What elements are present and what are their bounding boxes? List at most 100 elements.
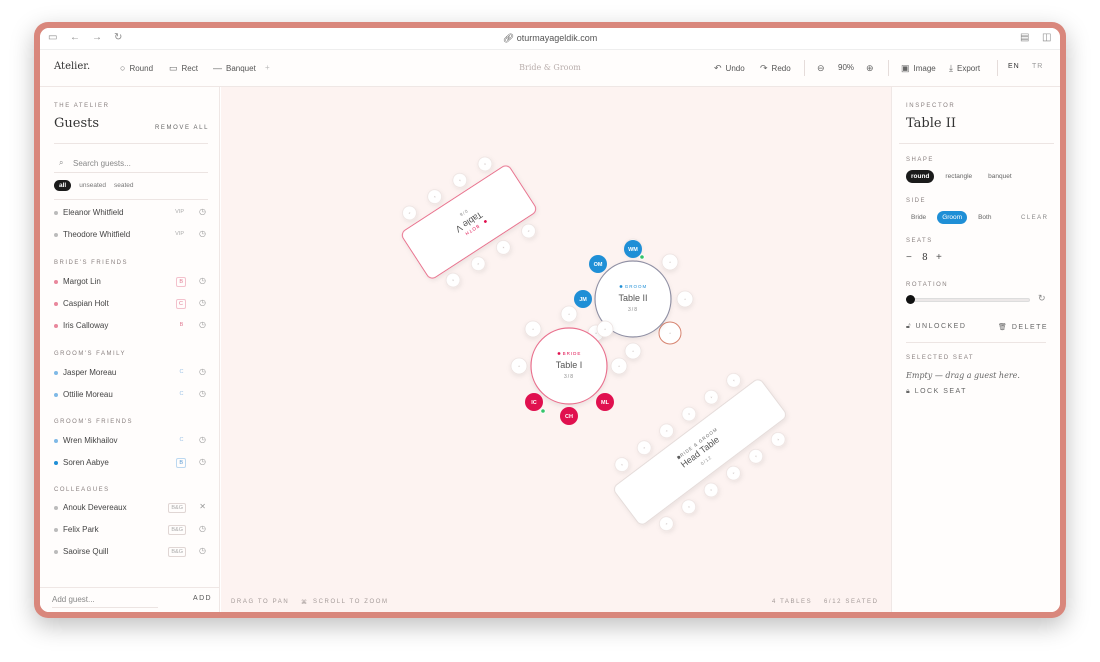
lock-toggle-button[interactable]: 🔓︎ UNLOCKED <box>906 323 966 331</box>
divider <box>54 199 208 200</box>
guest-item[interactable]: Theodore Whitfield VIP ◷ <box>54 228 208 244</box>
guest-item[interactable]: Caspian Holt C ◷ <box>54 297 208 313</box>
table-name: Table II <box>618 293 647 303</box>
reset-rotation-icon[interactable]: ↻ <box>1038 293 1046 304</box>
shape-round-option[interactable]: round <box>906 170 935 183</box>
table-count: 3/8 <box>564 374 574 380</box>
seat-initials: WM <box>628 247 638 253</box>
side-dot <box>54 461 58 465</box>
zoom-out-button[interactable]: ⊖ <box>817 63 825 74</box>
group-label: GROOM'S FRIENDS <box>54 419 133 425</box>
clock-icon[interactable]: ◷ <box>199 435 206 444</box>
seats-increment-button[interactable]: + <box>936 252 942 263</box>
status-dot <box>540 408 546 414</box>
reader-icon[interactable]: ▤ <box>1020 32 1029 43</box>
seat-initials: JM <box>579 297 587 303</box>
address-bar[interactable]: 🔗︎ oturmayageldik.com <box>40 33 1060 44</box>
image-button[interactable]: ▣ Image <box>901 63 936 74</box>
clock-icon[interactable]: ◷ <box>199 229 206 238</box>
head-table[interactable]: ++++++ ++++++ BRIDE & GROOM Head Table 0… <box>600 361 800 542</box>
redo-icon: ↷ <box>760 63 768 73</box>
side-dot <box>54 393 58 397</box>
guest-tag: B&G <box>168 525 186 535</box>
clock-icon[interactable]: ◷ <box>199 207 206 216</box>
filter-all[interactable]: all <box>54 180 72 191</box>
clock-icon[interactable]: ◷ <box>199 367 206 376</box>
shape-rectangle-option[interactable]: rectangle <box>940 170 977 183</box>
filter-unseated[interactable]: unseated <box>79 182 106 189</box>
link-icon: 🔗︎ <box>502 33 515 43</box>
guest-item[interactable]: Soren Aabye B ◷ <box>54 456 208 472</box>
redo-button[interactable]: ↷ Redo <box>760 63 791 74</box>
guest-tag: B <box>176 458 186 468</box>
clock-icon[interactable]: ◷ <box>199 389 206 398</box>
zoom-in-button[interactable]: ⊕ <box>866 63 874 74</box>
clock-icon[interactable]: ◷ <box>199 298 206 307</box>
browser-toolbar: ▭ ← → ↻ 🔗︎ oturmayageldik.com ▤ ◫ <box>40 28 1060 50</box>
filter-seated[interactable]: seated <box>114 182 134 189</box>
rotation-slider-thumb[interactable] <box>906 295 915 304</box>
guest-filters: all unseated seated <box>54 180 134 191</box>
table-i[interactable]: ++ ++ + BRIDE Table I 3/8 IC CH ML <box>510 305 628 425</box>
guest-item[interactable]: Anouk Devereaux B&G ✕ <box>54 501 208 517</box>
clock-icon[interactable]: ◷ <box>199 320 206 329</box>
add-guest-input[interactable]: Add guest... <box>52 595 158 608</box>
guest-item[interactable]: Ottilie Moreau C ◷ <box>54 388 208 404</box>
guest-item[interactable]: Saoirse Quill B&G ◷ <box>54 545 208 561</box>
clear-side-button[interactable]: CLEAR <box>1021 215 1049 221</box>
lang-en-button[interactable]: EN <box>1008 63 1020 70</box>
group-label: COLLEAGUES <box>54 487 110 493</box>
side-dot <box>54 550 58 554</box>
table-v[interactable]: ++++ ++++ BOTH Table V 0/8 <box>390 148 549 297</box>
guest-item[interactable]: Iris Calloway B ◷ <box>54 319 208 335</box>
more-tools-button[interactable]: + <box>265 63 270 72</box>
selected-seat-label: SELECTED SEAT <box>906 355 975 361</box>
image-icon: ▣ <box>901 63 910 73</box>
close-icon[interactable]: ✕ <box>199 502 206 511</box>
side-both-option[interactable]: Both <box>973 211 996 224</box>
clock-icon[interactable]: ◷ <box>199 546 206 555</box>
side-dot <box>54 280 58 284</box>
seats-decrement-button[interactable]: − <box>906 252 912 263</box>
side-groom-option[interactable]: Groom <box>937 211 968 224</box>
delete-table-button[interactable]: 🗑︎ DELETE <box>998 323 1048 331</box>
selected-seat-empty: Empty — drag a guest here. <box>906 371 1020 380</box>
status-dot <box>639 254 645 260</box>
seating-canvas[interactable]: + + + + + + + + BOTH Table V 0/8 + + + +… <box>221 87 891 612</box>
guest-item[interactable]: Jasper Moreau C ◷ <box>54 366 208 382</box>
guest-tag: B <box>176 277 186 287</box>
search-input[interactable]: ⌕ Search guests... <box>54 157 208 173</box>
add-round-button[interactable]: ○ Round <box>120 63 153 73</box>
search-icon: ⌕ <box>59 158 64 167</box>
zoom-out-icon: ⊖ <box>817 63 825 73</box>
side-bride-option[interactable]: Bride <box>906 211 931 224</box>
guest-item[interactable]: Margot Lin B ◷ <box>54 275 208 291</box>
app-toolbar: Atelier. ○ Round ▭ Rect — Banquet + Bride &… <box>40 50 1060 87</box>
tabs-icon[interactable]: ◫ <box>1042 32 1051 43</box>
remove-all-button[interactable]: REMOVE ALL <box>155 125 209 131</box>
undo-button[interactable]: ↶ Undo <box>714 63 745 74</box>
lock-seat-button[interactable]: 🔒︎ LOCK SEAT <box>906 388 967 396</box>
guest-item[interactable]: Wren Mikhailov C ◷ <box>54 434 208 450</box>
lang-tr-button[interactable]: TR <box>1032 63 1043 70</box>
shape-options: round rectangle banquet <box>906 170 1017 183</box>
add-rect-button[interactable]: ▭ Rect <box>169 63 198 74</box>
clock-icon[interactable]: ◷ <box>199 457 206 466</box>
lock-icon: 🔒︎ <box>906 388 912 395</box>
floor-plan[interactable]: ++++ ++++ BOTH Table V 0/8 ++++ + GROOM … <box>221 87 891 612</box>
guest-item[interactable]: Eleanor Whitfield VIP ◷ <box>54 206 208 222</box>
add-banquet-button[interactable]: — Banquet <box>213 63 256 73</box>
clock-icon[interactable]: ◷ <box>199 276 206 285</box>
guest-tag: VIP <box>175 231 184 237</box>
inspector-title: Table II <box>906 116 956 131</box>
guest-item[interactable]: Felix Park B&G ◷ <box>54 523 208 539</box>
undo-icon: ↶ <box>714 63 722 73</box>
window-content: ▭ ← → ↻ 🔗︎ oturmayageldik.com ▤ ◫ Atelie… <box>40 28 1060 612</box>
rotation-slider-track[interactable] <box>910 298 1030 302</box>
zoom-hint: SCROLL TO ZOOM <box>313 599 389 605</box>
table-side: BRIDE <box>563 351 582 356</box>
clock-icon[interactable]: ◷ <box>199 524 206 533</box>
shape-banquet-option[interactable]: banquet <box>983 170 1017 183</box>
export-button[interactable]: ⤓ Export <box>949 63 980 74</box>
add-guest-button[interactable]: ADD <box>193 595 212 602</box>
